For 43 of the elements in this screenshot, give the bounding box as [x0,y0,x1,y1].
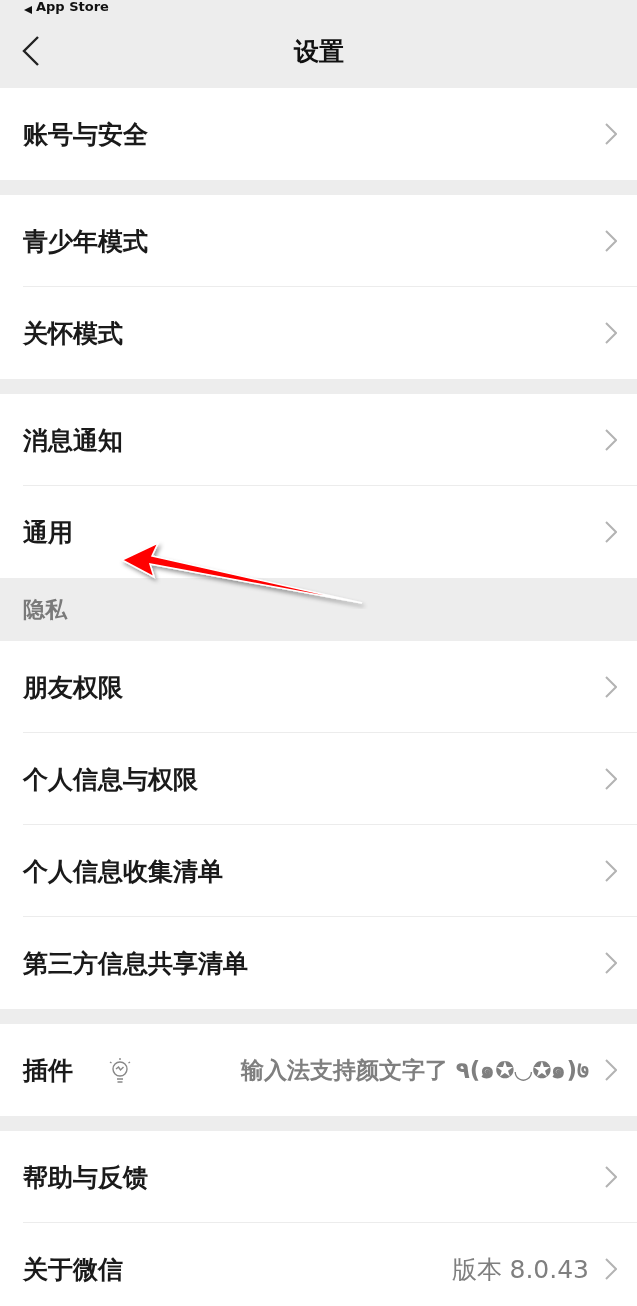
item-label: 关于微信 [23,1253,123,1286]
settings-item[interactable]: 关怀模式 [0,287,637,379]
item-label: 关怀模式 [23,317,123,350]
chevron-right-icon [605,429,617,451]
chevron-right-icon [605,1258,617,1280]
item-label: 个人信息收集清单 [23,855,223,888]
settings-item[interactable]: 个人信息收集清单 [0,825,637,917]
item-value: 输入法支持颜文字了 ٩(๑✪◡✪๑)७ [240,1056,589,1085]
item-label: 帮助与反馈 [23,1161,148,1194]
chevron-right-icon [605,123,617,145]
settings-item[interactable]: 关于微信 版本 8.0.43 [0,1223,637,1306]
item-label: 个人信息与权限 [23,763,198,796]
back-triangle-icon [24,6,32,14]
chevron-right-icon [605,676,617,698]
chevron-right-icon [605,521,617,543]
settings-item[interactable]: 通用 [0,486,637,578]
item-label: 第三方信息共享清单 [23,947,248,980]
settings-item[interactable]: 帮助与反馈 [0,1131,637,1223]
chevron-right-icon [605,952,617,974]
chevron-right-icon [605,230,617,252]
page-title: 设置 [293,35,344,68]
item-label: 朋友权限 [23,671,123,704]
settings-item[interactable]: 个人信息与权限 [0,733,637,825]
back-icon[interactable] [22,36,40,66]
item-label: 插件 [23,1054,73,1087]
settings-item[interactable]: 青少年模式 [0,195,637,287]
settings-item[interactable]: 朋友权限 [0,641,637,733]
item-label: 消息通知 [23,424,123,457]
item-label: 青少年模式 [23,225,148,258]
chevron-right-icon [605,768,617,790]
section-title: 隐私 [23,595,67,624]
settings-item[interactable]: 第三方信息共享清单 [0,917,637,1009]
item-value: 版本 8.0.43 [451,1253,589,1286]
settings-item[interactable]: 消息通知 [0,394,637,486]
lightbulb-icon [107,1056,133,1084]
chevron-right-icon [605,860,617,882]
item-label: 账号与安全 [23,118,148,151]
chevron-right-icon [605,322,617,344]
chevron-right-icon [605,1166,617,1188]
back-app-link[interactable]: App Store [36,0,109,14]
settings-item[interactable]: 账号与安全 [0,88,637,180]
item-label: 通用 [23,516,73,549]
chevron-right-icon [605,1059,617,1081]
